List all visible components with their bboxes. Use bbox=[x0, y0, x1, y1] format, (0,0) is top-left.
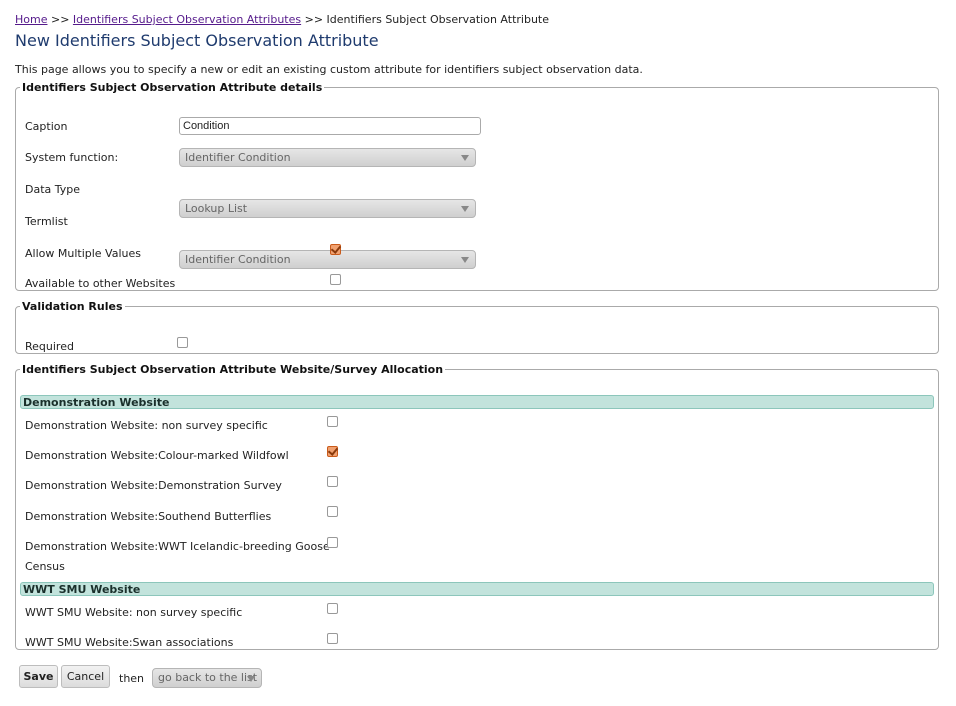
allocation-label-continued: Census bbox=[25, 560, 65, 573]
required-label: Required bbox=[25, 340, 74, 353]
group-header-demonstration-website: Demonstration Website bbox=[20, 395, 934, 409]
chevron-down-icon bbox=[461, 155, 469, 161]
breadcrumb-separator: >> bbox=[47, 13, 73, 26]
allocation-label: Demonstration Website:Colour-marked Wild… bbox=[25, 449, 289, 462]
breadcrumb: Home >> Identifiers Subject Observation … bbox=[15, 13, 549, 26]
allow-multiple-checkbox[interactable] bbox=[330, 244, 341, 255]
cancel-button[interactable]: Cancel bbox=[61, 665, 110, 688]
chevron-down-icon bbox=[461, 206, 469, 212]
data-type-label: Data Type bbox=[25, 183, 81, 196]
allocation-label: Demonstration Website:Demonstration Surv… bbox=[25, 479, 282, 492]
required-checkbox[interactable] bbox=[177, 337, 188, 348]
breadcrumb-home-link[interactable]: Home bbox=[15, 13, 47, 26]
caption-input[interactable] bbox=[179, 117, 481, 135]
allow-multiple-label: Allow Multiple Values bbox=[25, 247, 141, 260]
details-fieldset: Identifiers Subject Observation Attribut… bbox=[15, 81, 939, 291]
validation-legend: Validation Rules bbox=[22, 300, 123, 313]
allocation-checkbox[interactable] bbox=[327, 446, 338, 457]
allocation-checkbox[interactable] bbox=[327, 633, 338, 644]
allocation-legend: Identifiers Subject Observation Attribut… bbox=[22, 363, 444, 376]
after-save-value: go back to the list bbox=[158, 671, 258, 684]
then-label: then bbox=[119, 672, 145, 685]
validation-fieldset: Validation Rules Required bbox=[15, 300, 939, 354]
system-function-select[interactable]: Identifier Condition bbox=[179, 148, 476, 167]
available-other-websites-checkbox[interactable] bbox=[330, 274, 341, 285]
breadcrumb-current: Identifiers Subject Observation Attribut… bbox=[326, 13, 549, 26]
allocation-checkbox[interactable] bbox=[327, 603, 338, 614]
allocation-checkbox[interactable] bbox=[327, 416, 338, 427]
allocation-checkbox[interactable] bbox=[327, 476, 338, 487]
save-button[interactable]: Save bbox=[19, 665, 58, 688]
system-function-label: System function: bbox=[25, 151, 119, 164]
allocation-label: Demonstration Website:Southend Butterfli… bbox=[25, 510, 272, 523]
allocation-fieldset: Identifiers Subject Observation Attribut… bbox=[15, 363, 939, 650]
termlist-value: Identifier Condition bbox=[185, 253, 291, 266]
page-title: New Identifiers Subject Observation Attr… bbox=[15, 31, 379, 50]
allocation-checkbox[interactable] bbox=[327, 506, 338, 517]
breadcrumb-list-link[interactable]: Identifiers Subject Observation Attribut… bbox=[73, 13, 301, 26]
details-legend: Identifiers Subject Observation Attribut… bbox=[22, 81, 323, 94]
group-header-wwt-smu-website: WWT SMU Website bbox=[20, 582, 934, 596]
chevron-down-icon bbox=[247, 676, 255, 682]
chevron-down-icon bbox=[461, 257, 469, 263]
page-intro: This page allows you to specify a new or… bbox=[15, 63, 643, 76]
allocation-checkbox[interactable] bbox=[327, 537, 338, 548]
data-type-value: Lookup List bbox=[185, 202, 248, 215]
allocation-label: WWT SMU Website:Swan associations bbox=[25, 636, 234, 649]
allocation-label: Demonstration Website:WWT Icelandic-bree… bbox=[25, 540, 330, 553]
allocation-label: WWT SMU Website: non survey specific bbox=[25, 606, 243, 619]
allocation-label: Demonstration Website: non survey specif… bbox=[25, 419, 268, 432]
breadcrumb-separator: >> bbox=[301, 13, 327, 26]
available-other-websites-label: Available to other Websites bbox=[25, 277, 176, 290]
caption-label: Caption bbox=[25, 120, 68, 133]
termlist-select[interactable]: Identifier Condition bbox=[179, 250, 476, 269]
after-save-select[interactable]: go back to the list bbox=[152, 668, 262, 688]
data-type-select[interactable]: Lookup List bbox=[179, 199, 476, 218]
termlist-label: Termlist bbox=[25, 215, 68, 228]
system-function-value: Identifier Condition bbox=[185, 151, 291, 164]
